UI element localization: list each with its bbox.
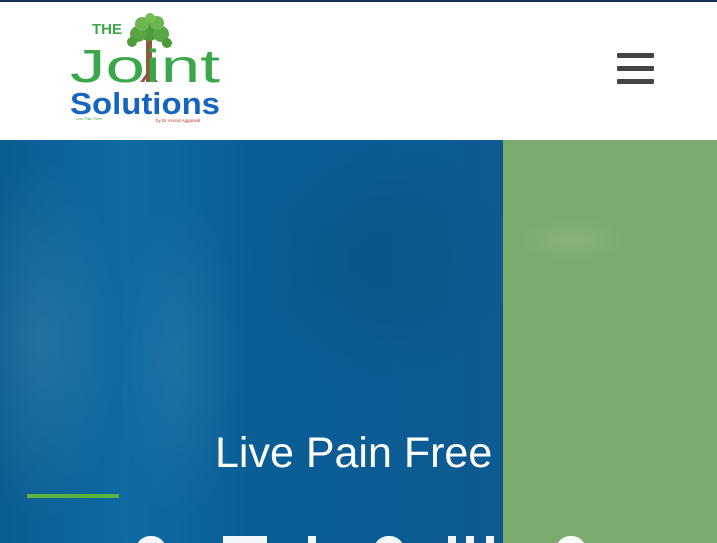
hero-banner: Live Pain Free bbox=[0, 140, 717, 543]
site-header: THE Joint Solutions Live Pain Free by Dr… bbox=[0, 2, 717, 140]
logo-image: THE Joint Solutions Live Pain Free by Dr… bbox=[70, 13, 220, 123]
logo-text-joint: Joint bbox=[70, 40, 220, 92]
logo-byline: by Dr Arvind Aggarwal bbox=[156, 118, 200, 123]
logo-small-tagline: Live Pain Free bbox=[76, 116, 103, 121]
site-logo[interactable]: THE Joint Solutions Live Pain Free by Dr… bbox=[68, 12, 228, 124]
hero-tagline: Live Pain Free bbox=[215, 429, 493, 477]
hamburger-menu-icon[interactable] bbox=[612, 48, 660, 88]
logo-text-the: THE bbox=[92, 21, 122, 38]
menu-bar bbox=[617, 66, 654, 71]
hero-heading-partial bbox=[128, 532, 588, 543]
accent-divider bbox=[27, 494, 119, 498]
hero-background-blue bbox=[0, 140, 503, 543]
hero-background-green bbox=[503, 140, 717, 543]
menu-bar bbox=[617, 79, 654, 84]
menu-bar bbox=[617, 53, 654, 58]
